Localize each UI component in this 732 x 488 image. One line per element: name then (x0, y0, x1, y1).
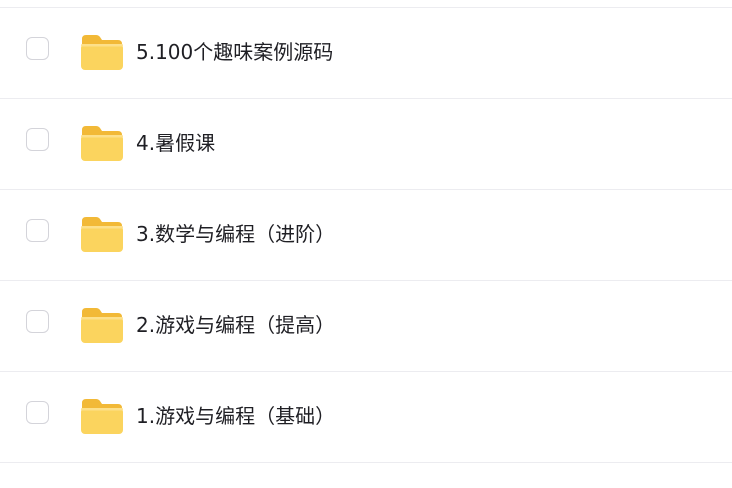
file-name[interactable]: 5.100个趣味案例源码 (136, 38, 333, 66)
select-checkbox[interactable] (26, 37, 49, 60)
file-name[interactable]: 4.暑假课 (136, 129, 215, 157)
folder-icon (79, 214, 124, 254)
file-list: 5.100个趣味案例源码 4.暑假课 3.数学与编程（进阶） 2.游戏与编程（提… (0, 0, 732, 488)
folder-icon (79, 32, 124, 72)
select-checkbox[interactable] (26, 219, 49, 242)
file-name[interactable]: 3.数学与编程（进阶） (136, 220, 335, 248)
file-row-4[interactable]: 1.游戏与编程（基础） (0, 372, 732, 462)
folder-icon (79, 123, 124, 163)
file-name[interactable]: 2.游戏与编程（提高） (136, 311, 335, 339)
divider (0, 462, 732, 463)
select-checkbox[interactable] (26, 310, 49, 333)
folder-icon (79, 305, 124, 345)
file-name[interactable]: 1.游戏与编程（基础） (136, 402, 335, 430)
select-checkbox[interactable] (26, 401, 49, 424)
file-row-2[interactable]: 3.数学与编程（进阶） (0, 190, 732, 280)
file-row-3[interactable]: 2.游戏与编程（提高） (0, 281, 732, 371)
folder-icon (79, 396, 124, 436)
file-row-0[interactable]: 5.100个趣味案例源码 (0, 8, 732, 98)
select-checkbox[interactable] (26, 128, 49, 151)
file-row-1[interactable]: 4.暑假课 (0, 99, 732, 189)
